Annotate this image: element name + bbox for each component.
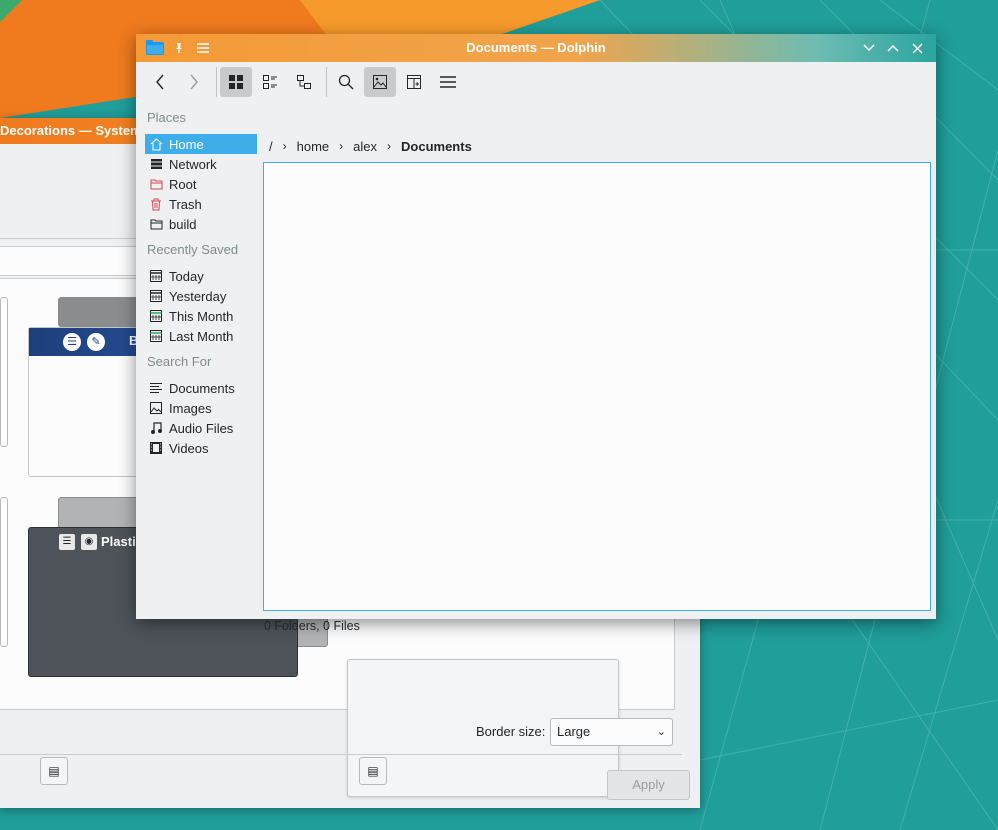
breadcrumb-home[interactable]: home [297, 139, 330, 154]
place-label: Network [169, 156, 217, 172]
places-heading: Places [147, 110, 187, 125]
search-label: Videos [169, 440, 209, 456]
border-size-label: Border size: [476, 724, 546, 739]
recent-label: Yesterday [169, 288, 227, 304]
place-label: build [169, 216, 197, 232]
network-icon [149, 157, 163, 171]
trash-icon [149, 197, 163, 211]
hamburger-menu-button[interactable] [432, 67, 464, 97]
details-view-icon [297, 75, 311, 89]
dolphin-window: Documents — Dolphin Places Home Network … [136, 34, 936, 633]
calendar-icon [149, 309, 163, 323]
pin-icon: ✎ [87, 333, 105, 351]
place-label: Trash [169, 196, 202, 212]
image-icon [149, 401, 163, 415]
folder-icon [149, 217, 163, 231]
main-toolbar [141, 62, 931, 102]
search-images[interactable]: Images [145, 398, 257, 418]
hamburger-icon [440, 76, 456, 88]
recent-yesterday[interactable]: Yesterday [145, 286, 257, 306]
dolphin-body: Places Home Network Root Trash build Rec… [141, 62, 931, 633]
breadcrumb-root[interactable]: / [269, 139, 273, 154]
place-trash[interactable]: Trash [145, 194, 257, 214]
recent-label: Today [169, 268, 204, 284]
chevron-right-icon[interactable]: › [387, 139, 391, 153]
configure-decoration-button[interactable]: ▤ [40, 757, 68, 785]
close-icon[interactable] [906, 34, 928, 62]
toolbar-separator [326, 67, 327, 97]
recent-label: Last Month [169, 328, 234, 344]
place-network[interactable]: Network [145, 154, 257, 174]
calendar-icon [149, 269, 163, 283]
calendar-icon [149, 289, 163, 303]
decoration-preview-breeze[interactable] [0, 297, 8, 447]
chevron-down-icon: ⌄ [656, 726, 666, 738]
recently-saved-heading: Recently Saved [147, 242, 239, 257]
status-text: 0 Folders, 0 Files [264, 619, 360, 633]
chevron-left-icon [156, 74, 164, 90]
settings-title: Decorations — System S [0, 123, 154, 138]
preview-button[interactable] [364, 67, 396, 97]
menu-icon: ☰ [59, 534, 75, 550]
calendar-icon [149, 329, 163, 343]
compact-view-icon [263, 75, 277, 89]
recent-this-month[interactable]: This Month [145, 306, 257, 326]
window-title: Documents — Dolphin [466, 40, 606, 55]
search-audio-files[interactable]: Audio Files [145, 418, 257, 438]
recent-last-month[interactable]: Last Month [145, 326, 257, 346]
place-build[interactable]: build [145, 214, 257, 234]
document-icon [149, 381, 163, 395]
settings-divider [0, 754, 682, 755]
split-view-icon [407, 75, 421, 89]
sticky-icon: ◉ [81, 534, 97, 550]
configure-decoration-button[interactable]: ▤ [359, 757, 387, 785]
breadcrumb-alex[interactable]: alex [353, 139, 377, 154]
details-view-button[interactable] [288, 67, 320, 97]
audio-icon [149, 421, 163, 435]
search-label: Audio Files [169, 420, 234, 436]
places-panel: Places Home Network Root Trash build Rec… [141, 102, 261, 614]
breadcrumb-current[interactable]: Documents [401, 139, 472, 154]
decoration-preview-plastik-edge[interactable] [0, 497, 8, 647]
split-view-button[interactable] [398, 67, 430, 97]
compact-view-button[interactable] [254, 67, 286, 97]
icons-view-button[interactable] [220, 67, 252, 97]
search-documents[interactable]: Documents [145, 378, 257, 398]
image-preview-icon [373, 75, 387, 89]
forward-button[interactable] [178, 67, 210, 97]
menu-icon: ☰ [63, 333, 81, 351]
border-size-value: Large [557, 724, 591, 739]
maximize-icon[interactable] [882, 34, 904, 62]
recent-today[interactable]: Today [145, 266, 257, 286]
place-root[interactable]: Root [145, 174, 257, 194]
place-label: Home [169, 136, 204, 152]
search-videos[interactable]: Videos [145, 438, 257, 458]
minimize-icon[interactable] [858, 34, 880, 62]
chevron-right-icon[interactable]: › [283, 139, 287, 153]
icons-view-icon [229, 75, 243, 89]
search-icon [338, 74, 354, 90]
toolbar-separator [216, 67, 217, 97]
search-label: Documents [169, 380, 235, 396]
search-label: Images [169, 400, 212, 416]
root-folder-icon [149, 177, 163, 191]
place-home[interactable]: Home [145, 134, 257, 154]
file-view[interactable] [263, 162, 931, 611]
search-button[interactable] [330, 67, 362, 97]
breadcrumb: / › home › alex › Documents [269, 136, 482, 156]
home-icon [149, 137, 163, 151]
video-icon [149, 441, 163, 455]
apply-button[interactable]: Apply [607, 770, 690, 800]
search-for-heading: Search For [147, 354, 212, 369]
dolphin-titlebar[interactable]: Documents — Dolphin [136, 34, 936, 62]
place-label: Root [169, 176, 197, 192]
border-size-select[interactable]: Large ⌄ [550, 718, 673, 746]
chevron-right-icon[interactable]: › [339, 139, 343, 153]
back-button[interactable] [144, 67, 176, 97]
recent-label: This Month [169, 308, 234, 324]
chevron-right-icon [190, 74, 198, 90]
